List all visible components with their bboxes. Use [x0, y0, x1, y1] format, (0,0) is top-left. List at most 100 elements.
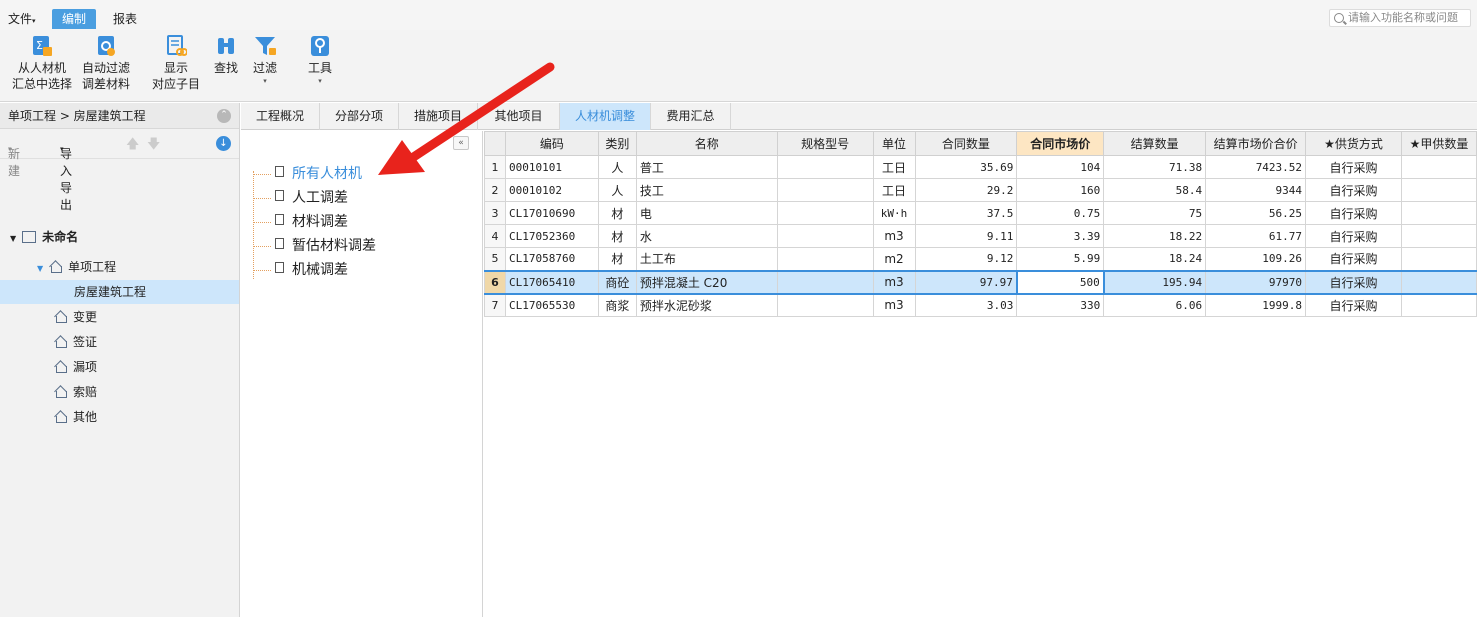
download-icon[interactable]: ↓ [216, 136, 231, 151]
contract-price-cell[interactable]: 3.39 [1016, 224, 1105, 248]
col-header-settlement-total[interactable]: 结算市场价合价 [1205, 131, 1307, 156]
spec-cell[interactable] [776, 178, 874, 202]
tab-overview[interactable]: 工程概况 [241, 103, 320, 130]
owner-qty-cell[interactable] [1400, 201, 1477, 225]
supply-method-cell[interactable]: 自行采购 [1305, 269, 1402, 295]
filter-button[interactable]: 过滤 ▾ [248, 35, 282, 86]
col-header-category[interactable]: 类别 [597, 131, 637, 156]
tree-item-building-works[interactable]: 房屋建筑工程 [0, 280, 239, 304]
col-header-supply-method[interactable]: ★供货方式 [1305, 131, 1402, 156]
supply-method-cell[interactable]: 自行采购 [1305, 178, 1402, 202]
name-cell[interactable]: 预拌混凝土 C20 [635, 269, 778, 295]
table-row[interactable]: 7 CL17065530 商浆 预拌水泥砂浆 m3 3.03 330 6.06 1999.8 自行… [484, 293, 1477, 317]
show-sub-items-button[interactable]: 显示 对应子目 [150, 35, 202, 92]
owner-qty-cell[interactable] [1400, 155, 1477, 179]
table-row[interactable]: 4 CL17052360 材水 m3 9.11 3.39 18.22 61.77 自行采购 [484, 224, 1477, 248]
spec-cell[interactable] [776, 224, 874, 248]
name-cell[interactable]: 水 [635, 224, 778, 248]
category-cell[interactable]: 人 [597, 155, 637, 179]
tree-item-omission[interactable]: 漏项 [54, 355, 97, 379]
collapse-icon[interactable]: ⌃ [217, 109, 231, 123]
tab-sections[interactable]: 分部分项 [320, 103, 399, 130]
settlement-total-cell[interactable]: 7423.52 [1205, 155, 1307, 179]
tree-node-all-materials[interactable]: 所有人材机 [275, 162, 362, 186]
supply-method-cell[interactable]: 自行采购 [1305, 155, 1402, 179]
search-input[interactable]: 请输入功能名称或问题 [1329, 9, 1471, 27]
name-cell[interactable]: 普工 [635, 155, 778, 179]
code-cell[interactable]: CL17052360 [504, 224, 599, 248]
expand-icon[interactable]: ▼ [37, 264, 43, 273]
category-cell[interactable]: 材 [597, 247, 637, 271]
supply-method-cell[interactable]: 自行采购 [1305, 201, 1402, 225]
tree-group-single-project[interactable]: ▼ 单项工程 [37, 255, 116, 279]
table-row[interactable]: 3 CL17010690 材电 kW·h 37.5 0.75 75 56.25 自行采购 [484, 201, 1477, 225]
tab-measures[interactable]: 措施项目 [399, 103, 478, 130]
tree-item-visa[interactable]: 签证 [54, 330, 97, 354]
supply-method-cell[interactable]: 自行采购 [1305, 293, 1402, 317]
col-header-code[interactable]: 编码 [504, 131, 599, 156]
settlement-qty-cell[interactable]: 18.22 [1103, 224, 1207, 248]
spec-cell[interactable] [776, 155, 874, 179]
collapse-panel-icon[interactable]: « [453, 136, 469, 150]
col-header-contract-market-price[interactable]: 合同市场价 [1016, 131, 1105, 156]
menu-file[interactable]: 文件▾ [8, 9, 36, 29]
contract-qty-cell[interactable]: 97.97 [914, 269, 1018, 295]
supply-method-cell[interactable]: 自行采购 [1305, 247, 1402, 271]
unit-cell[interactable]: m3 [872, 293, 916, 317]
tools-button[interactable]: 工具 ▾ [304, 35, 336, 86]
settlement-total-cell[interactable]: 9344 [1205, 178, 1307, 202]
auto-filter-button[interactable]: 自动过滤 调差材料 [80, 35, 132, 92]
contract-price-cell[interactable]: 500 [1015, 269, 1105, 295]
tree-item-change[interactable]: 变更 [54, 305, 97, 329]
tree-node-machinery-adjust[interactable]: 机械调差 [275, 258, 348, 282]
col-header-contract-qty[interactable]: 合同数量 [914, 131, 1018, 156]
settlement-total-cell[interactable]: 56.25 [1205, 201, 1307, 225]
owner-qty-cell[interactable] [1400, 178, 1477, 202]
contract-qty-cell[interactable]: 9.11 [914, 224, 1018, 248]
settlement-total-cell[interactable]: 109.26 [1205, 247, 1307, 271]
code-cell[interactable]: 00010102 [504, 178, 599, 202]
tree-node-provisional-material-adjust[interactable]: 暂估材料调差 [275, 234, 376, 258]
spec-cell[interactable] [776, 293, 874, 317]
select-from-summary-button[interactable]: Σ 从人材机 汇总中选择 [10, 35, 74, 92]
category-cell[interactable]: 材 [597, 224, 637, 248]
spec-cell[interactable] [776, 247, 874, 271]
col-header-unit[interactable]: 单位 [872, 131, 916, 156]
contract-price-cell[interactable]: 330 [1016, 293, 1105, 317]
category-cell[interactable]: 商浆 [597, 293, 637, 317]
settlement-qty-cell[interactable]: 18.24 [1103, 247, 1207, 271]
contract-qty-cell[interactable]: 37.5 [914, 201, 1018, 225]
settlement-total-cell[interactable]: 97970 [1205, 269, 1307, 295]
code-cell[interactable]: CL17065410 [504, 269, 599, 295]
find-button[interactable]: 查找 [210, 35, 242, 76]
unit-cell[interactable]: 工日 [872, 155, 916, 179]
contract-price-cell[interactable]: 0.75 [1016, 201, 1105, 225]
settlement-qty-cell[interactable]: 58.4 [1103, 178, 1207, 202]
contract-qty-cell[interactable]: 3.03 [914, 293, 1018, 317]
col-header-settlement-qty[interactable]: 结算数量 [1103, 131, 1207, 156]
menu-edit[interactable]: 编制 [52, 9, 97, 29]
table-row[interactable]: 1 00010101 人普工 工日 35.69 104 71.38 7423.52 自行采购 [484, 155, 1477, 179]
expand-icon[interactable]: ▼ [10, 234, 16, 243]
contract-qty-cell[interactable]: 29.2 [914, 178, 1018, 202]
owner-qty-cell[interactable] [1400, 224, 1477, 248]
name-cell[interactable]: 技工 [635, 178, 778, 202]
contract-price-cell[interactable]: 160 [1016, 178, 1105, 202]
col-header-name[interactable]: 名称 [635, 131, 778, 156]
code-cell[interactable]: CL17065530 [504, 293, 599, 317]
col-header-owner-supplied-qty[interactable]: ★甲供数量 [1400, 131, 1477, 156]
move-down-icon[interactable]: 🡇 [147, 135, 160, 157]
unit-cell[interactable]: m2 [872, 247, 916, 271]
tree-root[interactable]: ▼ 未命名 [10, 225, 78, 249]
settlement-qty-cell[interactable]: 71.38 [1103, 155, 1207, 179]
category-cell[interactable]: 人 [597, 178, 637, 202]
settlement-qty-cell[interactable]: 6.06 [1103, 293, 1207, 317]
table-row[interactable]: 6 CL17065410 商砼 预拌混凝土 C20 m3 97.97 500 195.94 97… [484, 269, 1477, 295]
spec-cell[interactable] [776, 269, 874, 295]
code-cell[interactable]: CL17010690 [504, 201, 599, 225]
unit-cell[interactable]: m3 [872, 269, 916, 295]
tree-node-labor-adjust[interactable]: 人工调差 [275, 186, 348, 210]
move-up-icon[interactable]: 🡅 [126, 135, 139, 157]
tab-material-adjust[interactable]: 人材机调整 [560, 103, 651, 130]
settlement-total-cell[interactable]: 61.77 [1205, 224, 1307, 248]
